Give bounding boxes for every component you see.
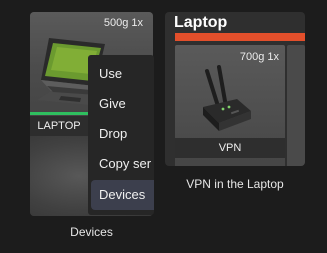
- laptop-container-panel: Laptop 700g 1x VPN: [165, 12, 305, 166]
- panel-caption: VPN in the Laptop: [186, 177, 284, 191]
- item-context-menu: Use Give Drop Copy ser Devices: [88, 55, 154, 215]
- panel-title: Laptop: [174, 14, 228, 31]
- menu-item-devices[interactable]: Devices: [91, 180, 154, 210]
- inventory-slot-empty[interactable]: [287, 45, 305, 166]
- inventory-caption: Devices: [70, 225, 113, 239]
- slot-weight-label: 500g 1x: [103, 17, 143, 29]
- slot-item-name: VPN: [175, 138, 285, 158]
- panel-capacity-bar: [175, 33, 305, 41]
- inventory-slot-vpn[interactable]: 700g 1x VPN: [175, 45, 285, 166]
- router-icon: [203, 65, 251, 131]
- slot-item-name: LAPTOP: [30, 116, 88, 136]
- inventory-screen: 500g 1x LAPTOP Use Give Drop Copy ser De…: [0, 0, 327, 253]
- menu-item-use[interactable]: Use: [91, 59, 154, 89]
- menu-item-copy-serial[interactable]: Copy ser: [91, 149, 154, 179]
- menu-item-give[interactable]: Give: [91, 89, 154, 119]
- menu-item-drop[interactable]: Drop: [91, 119, 154, 149]
- durability-bar: [30, 112, 88, 115]
- slot-weight-label: 700g 1x: [239, 51, 279, 63]
